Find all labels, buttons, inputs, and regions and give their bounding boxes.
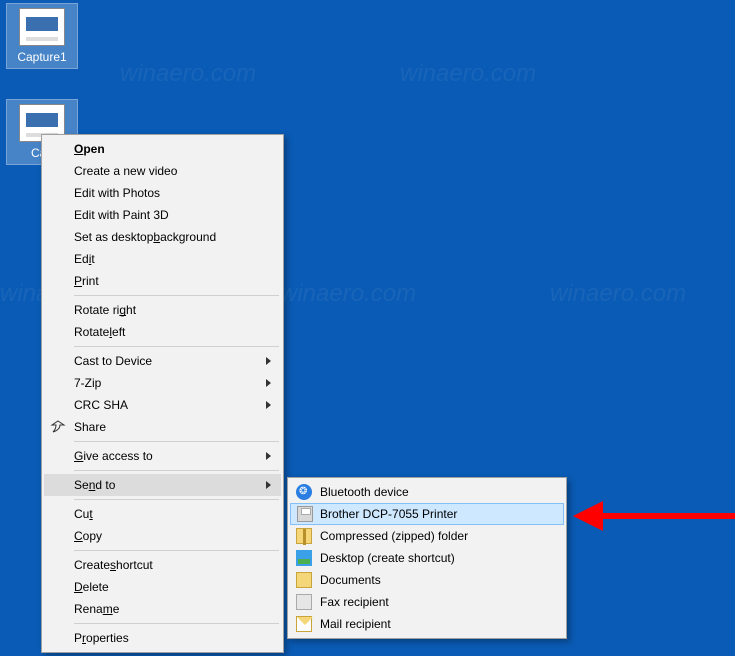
- folder-icon: [296, 572, 312, 588]
- menu-print[interactable]: Print: [44, 270, 281, 292]
- submenu-arrow-icon: [266, 357, 271, 365]
- menu-edit-paint3d[interactable]: Edit with Paint 3D: [44, 204, 281, 226]
- menu-cut[interactable]: Cut: [44, 503, 281, 525]
- menu-delete[interactable]: Delete: [44, 576, 281, 598]
- menu-crc-sha[interactable]: CRC SHA: [44, 394, 281, 416]
- sendto-zip[interactable]: Compressed (zipped) folder: [290, 525, 564, 547]
- submenu-arrow-icon: [266, 481, 271, 489]
- submenu-arrow-icon: [266, 379, 271, 387]
- sendto-mail[interactable]: Mail recipient: [290, 613, 564, 635]
- menu-send-to[interactable]: Send to: [44, 474, 281, 496]
- menu-set-background[interactable]: Set as desktop background: [44, 226, 281, 248]
- menu-create-video[interactable]: Create a new video: [44, 160, 281, 182]
- sendto-desktop-shortcut[interactable]: Desktop (create shortcut): [290, 547, 564, 569]
- menu-copy[interactable]: Copy: [44, 525, 281, 547]
- menu-separator: [74, 441, 279, 442]
- share-icon: [50, 419, 66, 435]
- watermark: winaero.com: [550, 280, 686, 308]
- annotation-arrow: [573, 501, 735, 531]
- sendto-documents[interactable]: Documents: [290, 569, 564, 591]
- printer-icon: [297, 506, 313, 522]
- menu-separator: [74, 499, 279, 500]
- desktop-icon-capture1[interactable]: Capture1: [7, 4, 77, 68]
- menu-separator: [74, 623, 279, 624]
- menu-7zip[interactable]: 7-Zip: [44, 372, 281, 394]
- sendto-bluetooth[interactable]: Bluetooth device: [290, 481, 564, 503]
- menu-cast-to-device[interactable]: Cast to Device: [44, 350, 281, 372]
- menu-rotate-right[interactable]: Rotate right: [44, 299, 281, 321]
- fax-icon: [296, 594, 312, 610]
- arrow-head-icon: [573, 501, 603, 531]
- menu-give-access-to[interactable]: Give access to: [44, 445, 281, 467]
- menu-share[interactable]: Share: [44, 416, 281, 438]
- menu-edit-photos[interactable]: Edit with Photos: [44, 182, 281, 204]
- menu-properties[interactable]: Properties: [44, 627, 281, 649]
- image-thumbnail-icon: [19, 8, 65, 46]
- sendto-brother-printer[interactable]: Brother DCP-7055 Printer: [290, 503, 564, 525]
- menu-open[interactable]: Open: [44, 138, 281, 160]
- watermark: winaero.com: [120, 60, 256, 88]
- menu-separator: [74, 470, 279, 471]
- sendto-fax[interactable]: Fax recipient: [290, 591, 564, 613]
- arrow-line: [601, 513, 735, 519]
- send-to-submenu: Bluetooth device Brother DCP-7055 Printe…: [287, 477, 567, 639]
- menu-separator: [74, 295, 279, 296]
- menu-rotate-left[interactable]: Rotate left: [44, 321, 281, 343]
- watermark: winaero.com: [400, 60, 536, 88]
- watermark: winaero.com: [280, 280, 416, 308]
- mail-icon: [296, 616, 312, 632]
- menu-rename[interactable]: Rename: [44, 598, 281, 620]
- menu-edit[interactable]: Edit: [44, 248, 281, 270]
- zip-folder-icon: [296, 528, 312, 544]
- icon-label: Capture1: [9, 50, 75, 64]
- submenu-arrow-icon: [266, 401, 271, 409]
- menu-create-shortcut[interactable]: Create shortcut: [44, 554, 281, 576]
- context-menu: Open Create a new video Edit with Photos…: [41, 134, 284, 653]
- menu-separator: [74, 346, 279, 347]
- desktop-icon: [296, 550, 312, 566]
- bluetooth-icon: [296, 484, 312, 500]
- submenu-arrow-icon: [266, 452, 271, 460]
- menu-separator: [74, 550, 279, 551]
